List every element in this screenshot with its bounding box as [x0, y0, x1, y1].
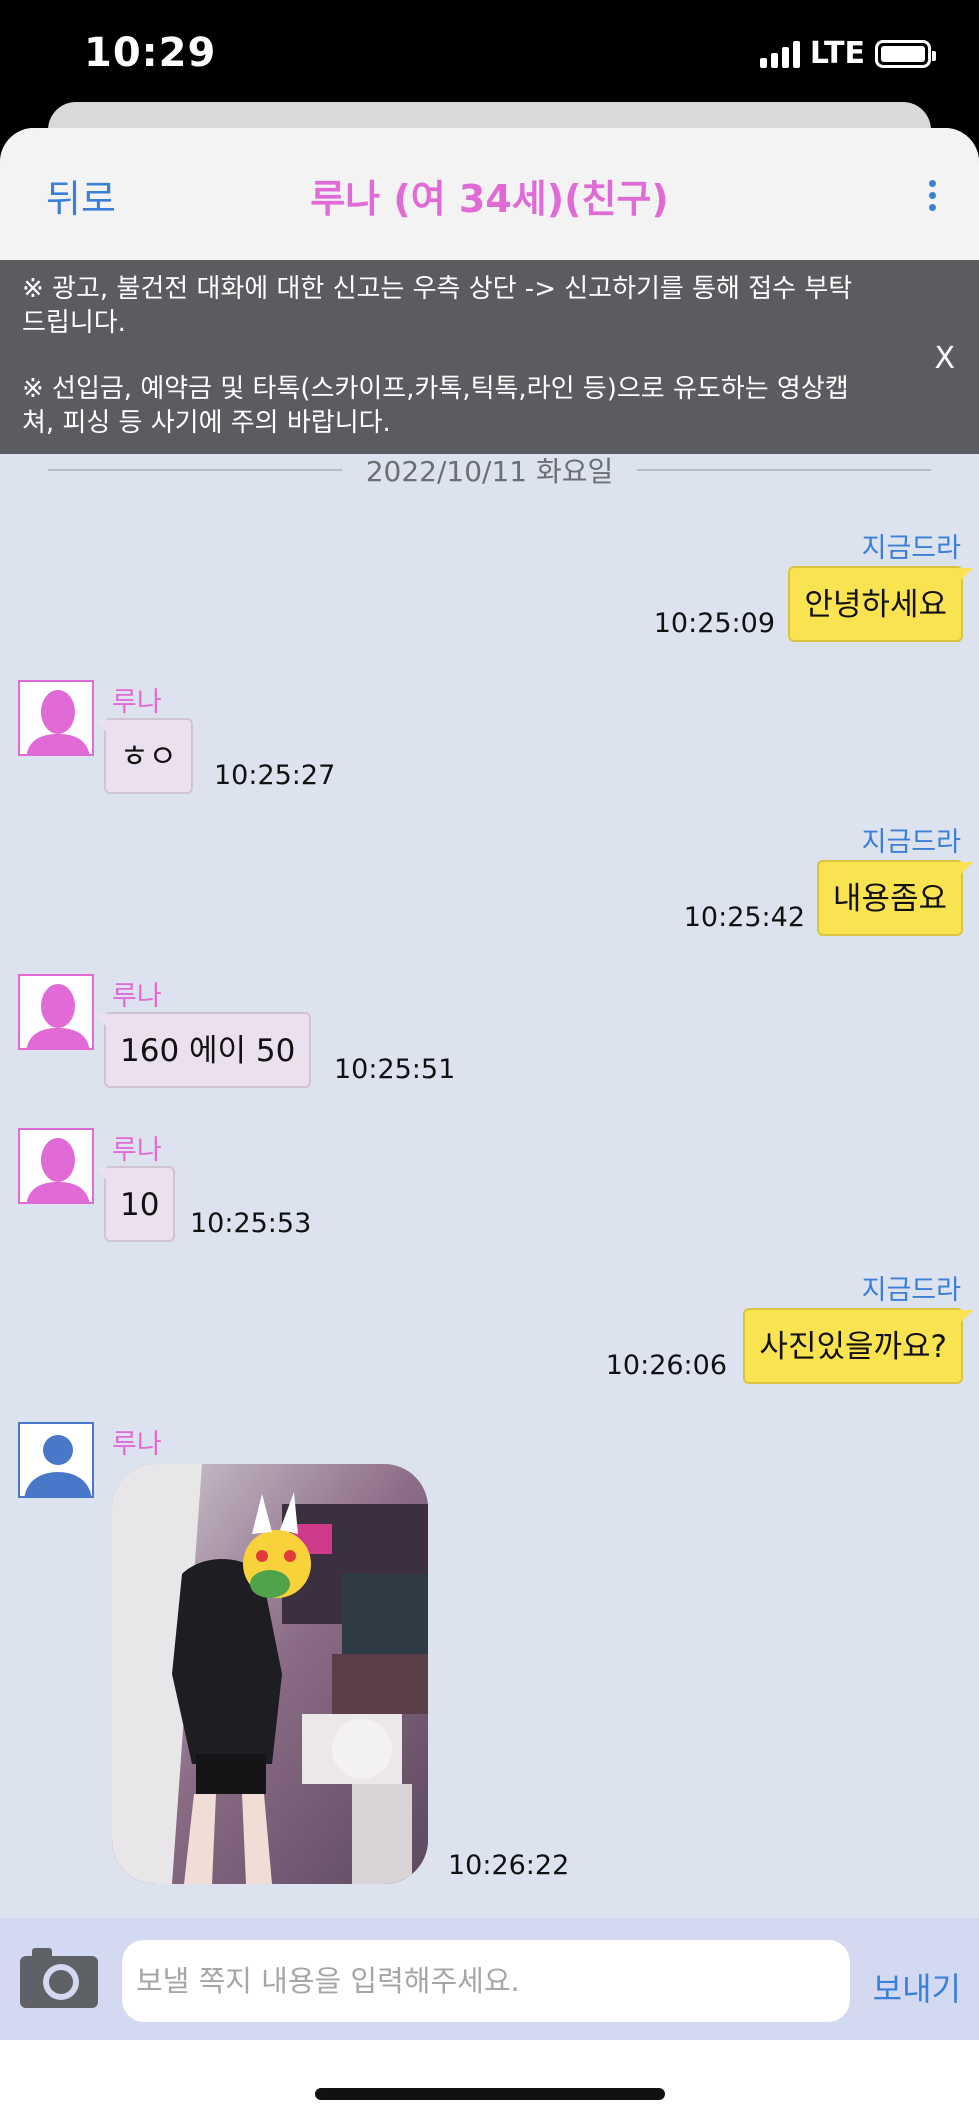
- home-indicator[interactable]: [315, 2088, 665, 2100]
- message-time: 10:25:27: [214, 760, 336, 791]
- notice-banner: ※ 광고, 불건전 대화에 대한 신고는 우측 상단 -> 신고하기를 통해 접…: [0, 260, 979, 454]
- message-photo[interactable]: [112, 1464, 428, 1884]
- sender-name: 루나: [112, 1429, 162, 1460]
- sender-name: 지금드라: [861, 533, 961, 564]
- nav-bar: 뒤로 루나 (여 34세)(친구): [0, 128, 979, 260]
- message-bubble-outgoing[interactable]: 내용좀요: [816, 860, 974, 936]
- sender-name: 루나: [112, 981, 162, 1012]
- sender-name: 지금드라: [861, 1275, 961, 1306]
- message-input[interactable]: [122, 1940, 850, 2022]
- chat-sheet: 뒤로 루나 (여 34세)(친구) ※ 광고, 불건전 대화에 대한 신고는 우…: [0, 128, 979, 2120]
- avatar-male[interactable]: [18, 1422, 94, 1498]
- avatar-female[interactable]: [18, 1128, 94, 1204]
- send-button[interactable]: 보내기: [873, 1964, 961, 2010]
- avatar-female[interactable]: [18, 974, 94, 1050]
- signal-icon: [759, 40, 800, 68]
- message-time: 10:25:51: [334, 1054, 456, 1085]
- battery-icon: [875, 39, 936, 68]
- notice-line-fraud: ※ 선입금, 예약금 및 타톡(스카이프,카톡,틱톡,라인 등)으로 유도하는 …: [22, 374, 849, 438]
- status-bar: 10:29 LTE: [0, 0, 979, 110]
- sender-name: 지금드라: [861, 827, 961, 858]
- message-bubble-outgoing[interactable]: 사진있을까요?: [743, 1308, 973, 1384]
- page-title: 루나 (여 34세)(친구): [310, 177, 669, 221]
- message-bubble-incoming[interactable]: ㅎㅇ: [93, 718, 194, 794]
- message-composer: 보내기: [0, 1918, 979, 2040]
- network-label: LTE: [809, 36, 865, 71]
- notice-line-report: ※ 광고, 불건전 대화에 대한 신고는 우측 상단 -> 신고하기를 통해 접…: [22, 274, 853, 338]
- message-bubble-outgoing[interactable]: 안녕하세요: [788, 566, 973, 642]
- sender-name: 루나: [112, 1135, 162, 1166]
- message-time: 10:25:53: [190, 1208, 312, 1239]
- status-time: 10:29: [84, 30, 217, 76]
- date-label: 2022/10/11 화요일: [365, 455, 614, 488]
- date-separator: 2022/10/11 화요일: [48, 450, 932, 490]
- message-time: 10:26:06: [605, 1350, 727, 1381]
- sender-name: 루나: [112, 687, 162, 718]
- status-indicators: LTE: [759, 36, 936, 71]
- message-bubble-incoming[interactable]: 160 에이 50: [93, 1012, 312, 1088]
- more-vertical-icon[interactable]: [929, 180, 937, 211]
- notice-close-button[interactable]: X: [934, 342, 955, 376]
- message-time: 10:25:09: [653, 608, 775, 639]
- home-indicator-area: [0, 2040, 979, 2120]
- camera-icon[interactable]: [18, 1944, 100, 2010]
- message-time: 10:25:42: [683, 902, 805, 933]
- message-bubble-incoming[interactable]: 10: [93, 1166, 176, 1242]
- message-time: 10:26:22: [448, 1850, 570, 1881]
- avatar-female[interactable]: [18, 680, 94, 756]
